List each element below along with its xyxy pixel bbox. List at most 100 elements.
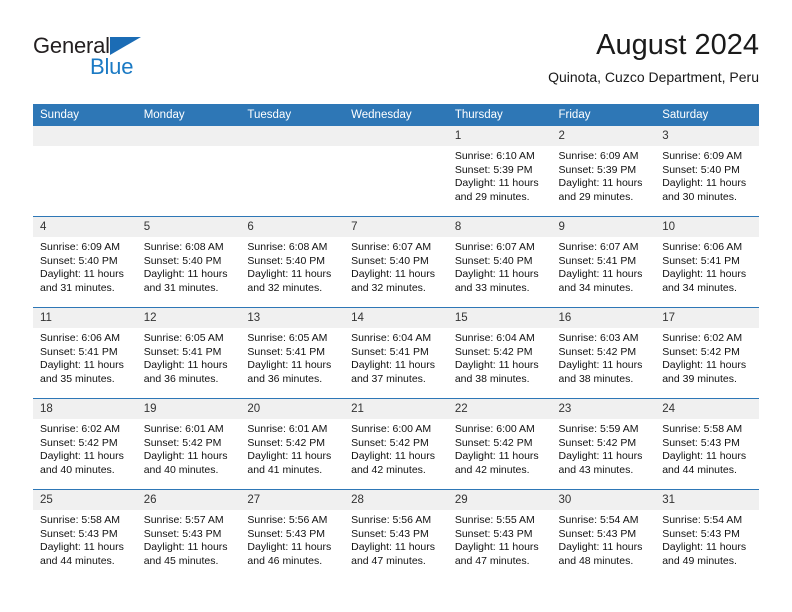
day-cell-inner: 16 Sunrise: 6:03 AM Sunset: 5:42 PM Dayligh… <box>551 308 656 398</box>
sun-info: Sunrise: 6:00 AM Sunset: 5:42 PM Daylight:… <box>344 419 448 477</box>
calendar-day-cell[interactable]: 6 Sunrise: 6:08 AM Sunset: 5:40 PM Daylight… <box>240 216 345 308</box>
calendar-day-cell[interactable]: 12 Sunrise: 6:05 AM Sunset: 5:41 PM Dayligh… <box>136 307 241 399</box>
day-number <box>33 126 137 146</box>
calendar-week-row: 4 Sunrise: 6:09 AM Sunset: 5:40 PM Daylight… <box>33 216 759 308</box>
calendar-day-cell[interactable]: 19 Sunrise: 6:01 AM Sunset: 5:42 PM Dayligh… <box>136 398 241 490</box>
day-cell-inner: 17 Sunrise: 6:02 AM Sunset: 5:42 PM Dayligh… <box>655 308 759 398</box>
sunset-time: Sunset: 5:43 PM <box>558 527 637 540</box>
daylight-duration-line2: and 45 minutes. <box>143 554 219 567</box>
daylight-duration-line2: and 44 minutes. <box>662 463 737 476</box>
sun-info: Sunrise: 6:07 AM Sunset: 5:40 PM Daylight:… <box>344 237 448 295</box>
day-cell-inner <box>136 126 241 216</box>
calendar-week-row: 1 Sunrise: 6:10 AM Sunset: 5:39 PM Daylight… <box>33 126 759 217</box>
sunrise-time: Sunrise: 6:06 AM <box>40 332 120 344</box>
day-cell-inner: 30 Sunrise: 5:54 AM Sunset: 5:43 PM Dayligh… <box>551 490 656 580</box>
calendar-day-cell[interactable]: 29 Sunrise: 5:55 AM Sunset: 5:43 PM Dayligh… <box>447 489 552 580</box>
calendar-day-cell[interactable]: 27 Sunrise: 5:56 AM Sunset: 5:43 PM Dayligh… <box>240 489 345 580</box>
day-number: 8 <box>447 217 552 237</box>
calendar-day-cell[interactable]: 21 Sunrise: 6:00 AM Sunset: 5:42 PM Dayligh… <box>344 398 448 490</box>
calendar-day-cell[interactable]: 4 Sunrise: 6:09 AM Sunset: 5:40 PM Daylight… <box>33 216 137 308</box>
calendar-day-cell[interactable]: 1 Sunrise: 6:10 AM Sunset: 5:39 PM Daylight… <box>447 126 552 217</box>
sunrise-time: Sunrise: 5:55 AM <box>454 514 535 526</box>
day-number: 15 <box>447 308 552 328</box>
sunrise-time: Sunrise: 6:05 AM <box>247 332 328 344</box>
calendar-day-cell[interactable]: 5 Sunrise: 6:08 AM Sunset: 5:40 PM Daylight… <box>136 216 241 308</box>
sun-info: Sunrise: 5:56 AM Sunset: 5:43 PM Daylight:… <box>240 510 344 568</box>
day-cell-inner: 21 Sunrise: 6:00 AM Sunset: 5:42 PM Dayligh… <box>344 399 448 489</box>
day-cell-inner: 15 Sunrise: 6:04 AM Sunset: 5:42 PM Dayligh… <box>447 308 552 398</box>
calendar-day-cell[interactable]: 20 Sunrise: 6:01 AM Sunset: 5:42 PM Dayligh… <box>240 398 345 490</box>
sun-info: Sunrise: 6:02 AM Sunset: 5:42 PM Daylight:… <box>33 419 137 477</box>
day-cell-inner: 9 Sunrise: 6:07 AM Sunset: 5:41 PM Daylight… <box>551 217 656 307</box>
day-cell-inner: 6 Sunrise: 6:08 AM Sunset: 5:40 PM Daylight… <box>240 217 345 307</box>
daylight-duration-line2: and 42 minutes. <box>351 463 426 476</box>
sun-info: Sunrise: 6:04 AM Sunset: 5:42 PM Daylight:… <box>448 328 552 386</box>
calendar-day-cell[interactable]: 30 Sunrise: 5:54 AM Sunset: 5:43 PM Dayligh… <box>551 489 656 580</box>
sunset-time: Sunset: 5:41 PM <box>351 345 429 358</box>
sun-info: Sunrise: 6:01 AM Sunset: 5:42 PM Daylight:… <box>137 419 241 477</box>
calendar-day-cell[interactable]: 8 Sunrise: 6:07 AM Sunset: 5:40 PM Daylight… <box>447 216 552 308</box>
sunset-time: Sunset: 5:42 PM <box>558 345 637 358</box>
calendar-day-cell[interactable]: 15 Sunrise: 6:04 AM Sunset: 5:42 PM Dayligh… <box>447 307 552 399</box>
page-title: August 2024 <box>596 29 759 61</box>
daylight-duration-line1: Daylight: 11 hours <box>247 359 332 372</box>
weekday-header-saturday: Saturday <box>655 104 759 126</box>
sunset-time: Sunset: 5:41 PM <box>40 345 118 358</box>
sunrise-time: Sunrise: 6:00 AM <box>351 423 432 435</box>
calendar-day-cell[interactable]: 18 Sunrise: 6:02 AM Sunset: 5:42 PM Dayligh… <box>33 398 137 490</box>
sun-info: Sunrise: 5:54 AM Sunset: 5:43 PM Daylight:… <box>552 510 656 568</box>
daylight-duration-line2: and 41 minutes. <box>247 463 323 476</box>
calendar-day-cell[interactable]: 22 Sunrise: 6:00 AM Sunset: 5:42 PM Dayligh… <box>447 398 552 490</box>
calendar-day-cell[interactable]: 7 Sunrise: 6:07 AM Sunset: 5:40 PM Daylight… <box>344 216 448 308</box>
daylight-duration-line1: Daylight: 11 hours <box>40 541 124 554</box>
calendar-day-cell[interactable]: 28 Sunrise: 5:56 AM Sunset: 5:43 PM Dayligh… <box>344 489 448 580</box>
calendar-day-cell[interactable]: 16 Sunrise: 6:03 AM Sunset: 5:42 PM Dayligh… <box>551 307 656 399</box>
calendar-day-cell[interactable]: 11 Sunrise: 6:06 AM Sunset: 5:41 PM Dayligh… <box>33 307 137 399</box>
sunset-time: Sunset: 5:42 PM <box>40 436 118 449</box>
calendar-table: Sunday Monday Tuesday Wednesday Thursday… <box>33 104 759 580</box>
daylight-duration-line1: Daylight: 11 hours <box>662 541 747 554</box>
calendar-day-cell[interactable]: 14 Sunrise: 6:04 AM Sunset: 5:41 PM Dayligh… <box>344 307 448 399</box>
calendar-day-cell[interactable]: 2 Sunrise: 6:09 AM Sunset: 5:39 PM Daylight… <box>551 126 656 217</box>
daylight-duration-line2: and 43 minutes. <box>558 463 634 476</box>
sunrise-time: Sunrise: 5:57 AM <box>143 514 224 526</box>
sunrise-time: Sunrise: 6:01 AM <box>247 423 328 435</box>
daylight-duration-line2: and 35 minutes. <box>40 372 115 385</box>
day-number: 20 <box>240 399 345 419</box>
day-number: 28 <box>344 490 448 510</box>
day-cell-inner: 14 Sunrise: 6:04 AM Sunset: 5:41 PM Dayligh… <box>344 308 448 398</box>
sunset-time: Sunset: 5:42 PM <box>662 345 740 358</box>
daylight-duration-line2: and 31 minutes. <box>40 281 115 294</box>
sun-info: Sunrise: 6:02 AM Sunset: 5:42 PM Daylight:… <box>655 328 759 386</box>
calendar-day-cell[interactable]: 31 Sunrise: 5:54 AM Sunset: 5:43 PM Dayligh… <box>655 489 759 580</box>
sun-info: Sunrise: 6:07 AM Sunset: 5:41 PM Daylight:… <box>552 237 656 295</box>
calendar-day-cell[interactable]: 9 Sunrise: 6:07 AM Sunset: 5:41 PM Daylight… <box>551 216 656 308</box>
brand-logo[interactable]: General Blue <box>33 34 183 90</box>
calendar-week-row: 11 Sunrise: 6:06 AM Sunset: 5:41 PM Dayligh… <box>33 307 759 399</box>
sunset-time: Sunset: 5:43 PM <box>454 527 533 540</box>
sunrise-time: Sunrise: 6:09 AM <box>662 150 743 162</box>
calendar-day-cell[interactable]: 13 Sunrise: 6:05 AM Sunset: 5:41 PM Dayligh… <box>240 307 345 399</box>
daylight-duration-line1: Daylight: 11 hours <box>351 541 435 554</box>
daylight-duration-line1: Daylight: 11 hours <box>558 268 643 281</box>
calendar-day-cell[interactable]: 25 Sunrise: 5:58 AM Sunset: 5:43 PM Dayligh… <box>33 489 137 580</box>
calendar-day-cell[interactable]: 17 Sunrise: 6:02 AM Sunset: 5:42 PM Dayligh… <box>655 307 759 399</box>
day-cell-inner: 1 Sunrise: 6:10 AM Sunset: 5:39 PM Daylight… <box>447 126 552 216</box>
day-number: 2 <box>551 126 656 146</box>
calendar-day-cell[interactable]: 3 Sunrise: 6:09 AM Sunset: 5:40 PM Daylight… <box>655 126 759 217</box>
page-header: General Blue August 2024 Quinota, Cuzco … <box>33 28 759 100</box>
daylight-duration-line2: and 47 minutes. <box>351 554 426 567</box>
calendar-day-cell[interactable]: 23 Sunrise: 5:59 AM Sunset: 5:42 PM Dayligh… <box>551 398 656 490</box>
calendar-day-cell[interactable]: 10 Sunrise: 6:06 AM Sunset: 5:41 PM Dayligh… <box>655 216 759 308</box>
daylight-duration-line2: and 37 minutes. <box>351 372 426 385</box>
day-cell-inner: 5 Sunrise: 6:08 AM Sunset: 5:40 PM Daylight… <box>136 217 241 307</box>
daylight-duration-line1: Daylight: 11 hours <box>143 450 228 463</box>
sun-info: Sunrise: 6:06 AM Sunset: 5:41 PM Daylight:… <box>33 328 137 386</box>
calendar-day-cell[interactable]: 24 Sunrise: 5:58 AM Sunset: 5:43 PM Dayligh… <box>655 398 759 490</box>
daylight-duration-line1: Daylight: 11 hours <box>351 359 435 372</box>
day-cell-inner: 29 Sunrise: 5:55 AM Sunset: 5:43 PM Dayligh… <box>447 490 552 580</box>
daylight-duration-line2: and 39 minutes. <box>662 372 737 385</box>
day-number: 12 <box>136 308 241 328</box>
brand-logo-blue-text: Blue <box>90 54 134 79</box>
calendar-day-cell[interactable]: 26 Sunrise: 5:57 AM Sunset: 5:43 PM Dayligh… <box>136 489 241 580</box>
